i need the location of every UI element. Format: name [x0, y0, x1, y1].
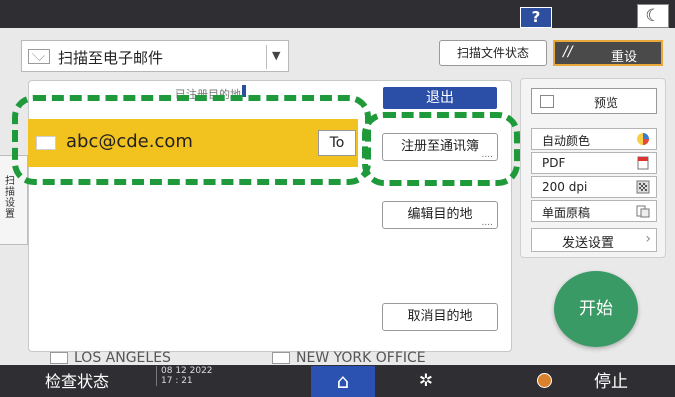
- preview-toggle[interactable]: 预览: [531, 88, 657, 114]
- list-item[interactable]: NEW YORK OFFICE: [272, 350, 482, 366]
- top-status-bar: [0, 0, 675, 28]
- preview-label: 预览: [594, 96, 619, 110]
- file-type-label: PDF: [542, 156, 566, 170]
- original-sides-setting[interactable]: 单面原稿: [531, 200, 657, 222]
- chevron-right-icon: ›: [645, 231, 651, 247]
- cancel-destination-button[interactable]: 取消目的地: [382, 303, 498, 331]
- moon-icon[interactable]: ☾: [637, 4, 669, 28]
- reset-icon: //: [563, 44, 573, 60]
- resolution-icon: [636, 180, 650, 194]
- single-sided-icon: [636, 205, 650, 218]
- list-item[interactable]: LOS ANGELES: [50, 350, 250, 366]
- gear-icon[interactable]: ✲: [414, 369, 438, 393]
- dropdown-divider: [266, 45, 267, 69]
- city-label: NEW YORK OFFICE: [296, 350, 426, 366]
- help-button[interactable]: ?: [520, 7, 552, 28]
- home-icon[interactable]: ⌂: [311, 366, 375, 397]
- stop-icon: [537, 373, 552, 388]
- more-dots: ....: [481, 218, 493, 228]
- envelope-icon: [272, 352, 290, 364]
- start-button[interactable]: 开始: [554, 271, 638, 347]
- color-icon: [637, 133, 649, 145]
- stop-button[interactable]: 停止: [594, 367, 628, 392]
- envelope-icon: [50, 352, 68, 364]
- exit-button[interactable]: 退出: [383, 87, 497, 109]
- color-mode-setting[interactable]: 自动颜色: [531, 128, 657, 150]
- scan-settings-tab-label: 扫描设置: [5, 176, 15, 220]
- resolution-label: 200 dpi: [542, 180, 588, 194]
- send-settings-button[interactable]: 发送设置 ›: [531, 228, 657, 252]
- scan-mode-dropdown[interactable]: 扫描至电子邮件 ▼: [21, 40, 289, 72]
- date-text: 08 12 2022: [161, 366, 213, 376]
- file-type-setting[interactable]: PDF: [531, 152, 657, 174]
- scan-file-status-button[interactable]: 扫描文件状态: [439, 40, 547, 66]
- edit-label: 编辑目的地: [407, 207, 473, 222]
- time-text: 17 : 21: [161, 376, 193, 386]
- preview-checkbox[interactable]: [540, 95, 554, 108]
- highlight-callout-destination: [12, 95, 371, 185]
- sides-label: 单面原稿: [542, 206, 591, 220]
- reset-button[interactable]: // 重设: [553, 40, 663, 66]
- resolution-setting[interactable]: 200 dpi: [531, 176, 657, 198]
- scan-mode-label: 扫描至电子邮件: [58, 49, 164, 67]
- cancel-label: 取消目的地: [407, 309, 473, 324]
- city-label: LOS ANGELES: [74, 350, 171, 366]
- edit-destination-button[interactable]: 编辑目的地 ....: [382, 201, 498, 229]
- reset-label: 重设: [611, 50, 638, 65]
- chevron-down-icon: ▼: [272, 49, 281, 62]
- check-status-button[interactable]: 检查状态: [45, 368, 109, 392]
- pdf-icon: [637, 156, 649, 170]
- scanner-screen: ? ☾ 扫描至电子邮件 ▼ 扫描文件状态 // 重设 扫描设置 已注册目的地 退…: [0, 0, 675, 397]
- color-mode-label: 自动颜色: [542, 134, 591, 148]
- date-time: 08 12 2022 17 : 21: [156, 366, 213, 386]
- send-settings-label: 发送设置: [562, 236, 615, 251]
- envelope-icon: [28, 49, 50, 64]
- highlight-callout-register: [362, 112, 520, 186]
